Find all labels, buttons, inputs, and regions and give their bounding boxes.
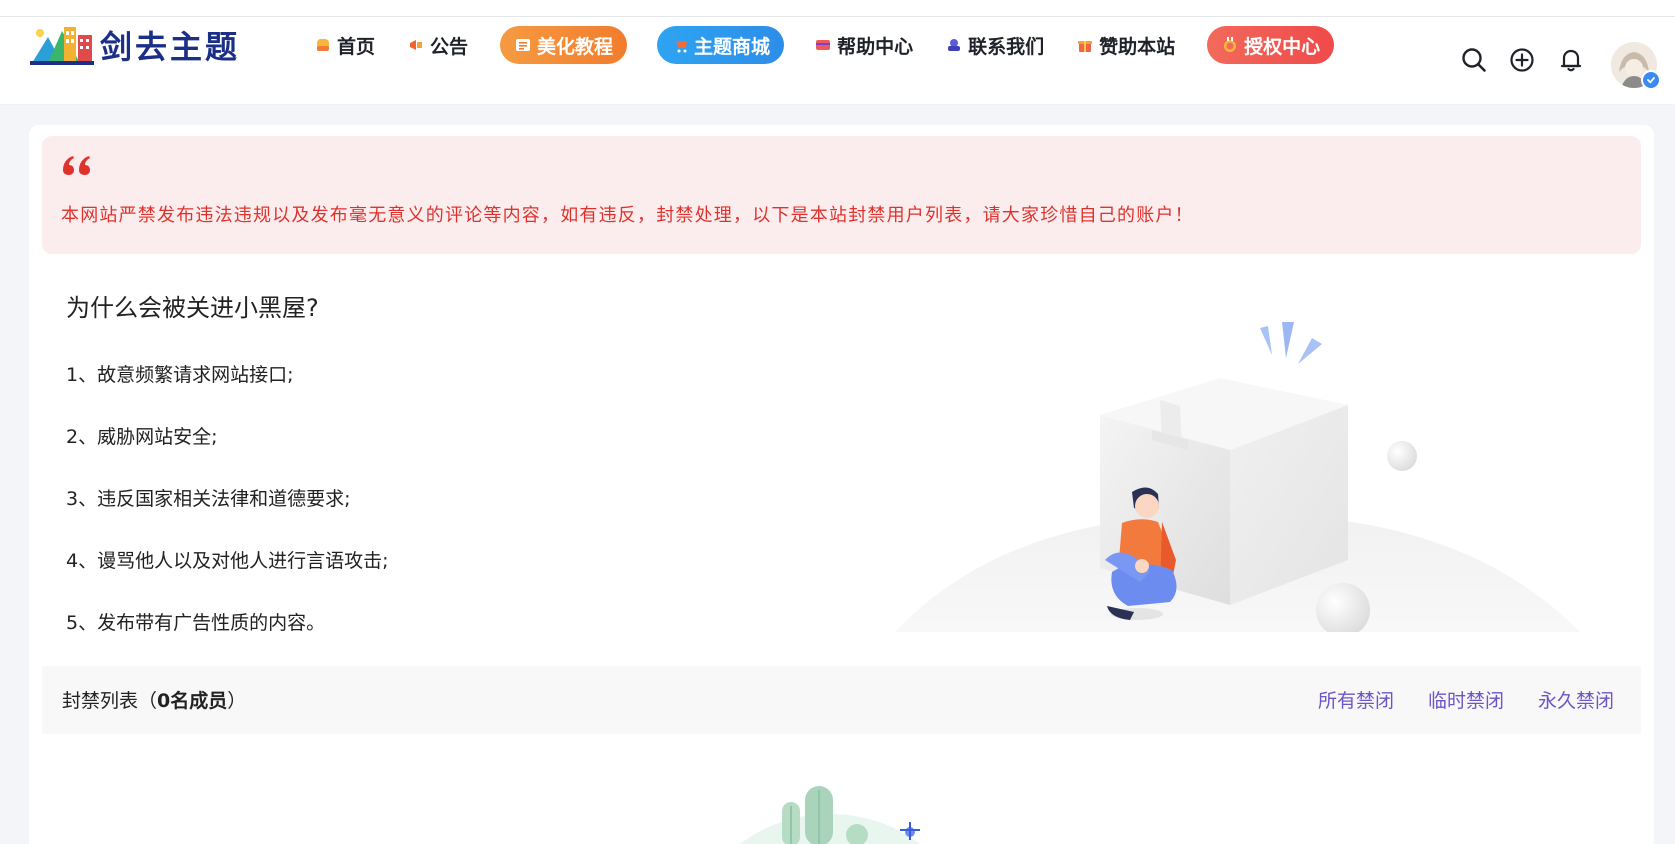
- section-title: 为什么会被关进小黑屋?: [66, 294, 319, 322]
- nav-label: 授权中心: [1244, 35, 1321, 58]
- quote-icon: [61, 154, 93, 182]
- nav-label: 帮助中心: [837, 35, 914, 58]
- reason-item: 5、发布带有广告性质的内容。: [66, 612, 326, 634]
- search-icon[interactable]: [1459, 45, 1489, 75]
- nav-item-license[interactable]: 授权中心: [1207, 26, 1335, 64]
- gift-icon: [1076, 37, 1093, 54]
- nav-label: 联系我们: [968, 35, 1045, 58]
- list-icon: [514, 37, 531, 54]
- nav-label: 首页: [337, 35, 376, 58]
- reason-item: 2、威胁网站安全;: [66, 426, 218, 448]
- nav-item-contact[interactable]: 联系我们: [931, 26, 1058, 64]
- reason-item: 1、故意频繁请求网站接口;: [66, 364, 294, 386]
- nav-label: 公告: [430, 35, 469, 58]
- ban-list-bar: [42, 666, 1641, 734]
- bell-icon[interactable]: [1556, 45, 1586, 75]
- card-icon: [814, 37, 831, 54]
- nav-label: 美化教程: [537, 35, 614, 58]
- main-nav: 首页 公告 美化教程 主题商城 帮助中心 联系我们 赞助本站 授权中心: [300, 25, 1338, 65]
- logo-text: 剑去主题: [100, 28, 241, 66]
- ban-list-close: ）: [227, 690, 247, 712]
- site-logo[interactable]: 剑去主题: [28, 22, 240, 68]
- reason-item: 4、谩骂他人以及对他人进行言语攻击;: [66, 550, 389, 572]
- megaphone-icon: [407, 37, 424, 54]
- avatar[interactable]: [1611, 42, 1661, 90]
- nav-item-tutorial[interactable]: 美化教程: [500, 26, 628, 64]
- nav-label: 主题商城: [694, 35, 771, 58]
- ban-list-title: 封禁列表（0名成员）: [62, 686, 246, 713]
- nav-item-help[interactable]: 帮助中心: [800, 26, 927, 64]
- nav-item-theme-store[interactable]: 主题商城: [657, 26, 785, 64]
- home-icon: [314, 37, 331, 54]
- nav-item-home[interactable]: 首页: [300, 26, 389, 64]
- verified-badge-icon: [1641, 70, 1661, 90]
- reason-item: 3、违反国家相关法律和道德要求;: [66, 488, 351, 510]
- empty-state-illustration: [720, 780, 960, 844]
- filter-temporary-bans[interactable]: 临时禁闭: [1428, 686, 1504, 713]
- nav-label: 赞助本站: [1099, 35, 1176, 58]
- add-icon[interactable]: [1507, 45, 1537, 75]
- notice-text: 本网站严禁发布违法违规以及发布毫无意义的评论等内容，如有违反，封禁处理，以下是本…: [61, 205, 1194, 226]
- cart-icon: [671, 37, 688, 54]
- ban-list-label: 封禁列表（: [62, 690, 158, 712]
- medal-icon: [1221, 37, 1238, 54]
- ban-count: 0名成员: [157, 690, 228, 712]
- filter-all-bans[interactable]: 所有禁闭: [1318, 686, 1394, 713]
- nav-item-sponsor[interactable]: 赞助本站: [1062, 26, 1189, 64]
- contact-icon: [945, 37, 962, 54]
- filter-permanent-bans[interactable]: 永久禁闭: [1538, 686, 1614, 713]
- blacklist-illustration: [890, 310, 1590, 637]
- nav-item-announcement[interactable]: 公告: [393, 26, 482, 64]
- notice-box: [42, 136, 1641, 254]
- browser-top-strip: [0, 0, 1675, 17]
- logo-image: [28, 23, 96, 67]
